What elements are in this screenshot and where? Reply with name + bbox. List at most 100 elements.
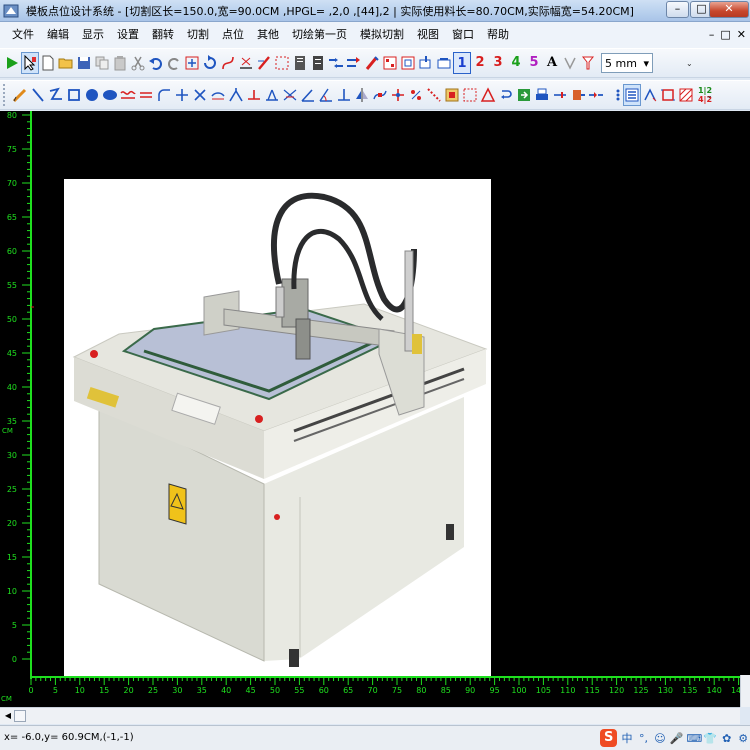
mdi-minimize-button[interactable]: – [709, 28, 715, 41]
hatch-icon[interactable] [677, 84, 695, 106]
drill-points-icon[interactable] [407, 84, 425, 106]
menu-item-10[interactable]: 视图 [411, 25, 446, 45]
menu-item-11[interactable]: 窗口 [446, 25, 481, 45]
pencil-icon[interactable] [11, 84, 29, 106]
ime-tools-icon[interactable]: ✿ [720, 732, 733, 745]
dotted-line-icon[interactable] [425, 84, 443, 106]
ime-punctuation-icon[interactable]: °, [637, 732, 650, 745]
triangle-icon[interactable] [479, 84, 497, 106]
menu-item-6[interactable]: 点位 [216, 25, 251, 45]
angle-arc-icon[interactable] [317, 84, 335, 106]
align-icon[interactable] [587, 84, 605, 106]
rectangle-icon[interactable] [65, 84, 83, 106]
menu-item-4[interactable]: 翻转 [146, 25, 181, 45]
trim-icon[interactable] [281, 84, 299, 106]
print-icon[interactable] [533, 84, 551, 106]
cut-path-icon[interactable] [569, 84, 587, 106]
document-icon[interactable] [291, 52, 309, 74]
ime-chinese-mode[interactable]: 中 [620, 730, 633, 746]
stamp-icon[interactable] [443, 84, 461, 106]
ime-skin-icon[interactable]: 👕 [703, 732, 717, 745]
ime-settings-icon[interactable]: ⚙ [737, 732, 750, 745]
toolbar-grip[interactable] [3, 84, 9, 106]
rotate-icon[interactable] [201, 52, 219, 74]
menu-item-1[interactable]: 编辑 [41, 25, 76, 45]
scissor-line-icon[interactable] [237, 52, 255, 74]
import-icon[interactable] [435, 52, 453, 74]
toolbar2-overflow-icon[interactable]: ⌄ [706, 91, 716, 103]
menu-item-8[interactable]: 切绘第一页 [286, 25, 354, 45]
ime-voice-icon[interactable]: 🎤 [670, 732, 684, 745]
list-icon[interactable] [309, 52, 327, 74]
hook-icon[interactable] [497, 84, 515, 106]
punch-pin-icon[interactable] [579, 52, 597, 74]
sogou-ime-icon[interactable]: S [600, 729, 618, 747]
angle-icon[interactable] [299, 84, 317, 106]
dashed-frame-icon[interactable] [461, 84, 479, 106]
run-icon[interactable] [3, 52, 21, 74]
point-icon[interactable] [389, 84, 407, 106]
scrollbar-thumb[interactable] [14, 710, 26, 722]
toolbar-overflow-icon[interactable]: ⌄ [686, 59, 696, 71]
seam-icon[interactable] [209, 84, 227, 106]
layer-3-button[interactable]: 3 [489, 52, 507, 74]
dart-icon[interactable] [227, 84, 245, 106]
copy-icon[interactable] [93, 52, 111, 74]
arrows-split-icon[interactable] [345, 52, 363, 74]
polyline-icon[interactable] [47, 84, 65, 106]
frame-icon[interactable] [399, 52, 417, 74]
notch-icon[interactable] [245, 84, 263, 106]
ime-keyboard-icon[interactable]: ⌨ [686, 732, 702, 745]
menu-item-5[interactable]: 切割 [181, 25, 216, 45]
wave-icon[interactable] [119, 84, 137, 106]
perpendicular-icon[interactable] [335, 84, 353, 106]
zoom-box-icon[interactable] [183, 52, 201, 74]
ellipse-icon[interactable] [101, 84, 119, 106]
menu-item-9[interactable]: 模拟切割 [354, 25, 411, 45]
drawing-canvas[interactable]: 80 75 70 65 60 55 50 45 40 35 30 25 20 15 10 5 0 CM [0, 111, 750, 707]
menu-item-2[interactable]: 显示 [76, 25, 111, 45]
scroll-left-icon[interactable]: ◀ [2, 710, 14, 722]
horizontal-scrollbar[interactable]: ◀ [0, 707, 740, 724]
select-cursor-icon[interactable] [21, 52, 39, 74]
save-icon[interactable] [75, 52, 93, 74]
cross-icon[interactable] [173, 84, 191, 106]
open-folder-icon[interactable] [57, 52, 75, 74]
brush-icon[interactable] [363, 52, 381, 74]
menu-item-3[interactable]: 设置 [111, 25, 146, 45]
layers-list-icon[interactable] [623, 84, 641, 106]
vertical-scrollbar[interactable] [740, 675, 750, 707]
paste-icon[interactable] [111, 52, 129, 74]
line-icon[interactable] [29, 84, 47, 106]
measure-icon[interactable] [551, 84, 569, 106]
layer-5-button[interactable]: 5 [525, 52, 543, 74]
double-line-icon[interactable] [137, 84, 155, 106]
knife-icon[interactable] [255, 52, 273, 74]
mdi-restore-button[interactable]: □ [720, 28, 730, 41]
corner-mark-icon[interactable] [659, 84, 677, 106]
circle-icon[interactable] [83, 84, 101, 106]
menu-item-0[interactable]: 文件 [6, 25, 41, 45]
dashed-box-icon[interactable] [273, 52, 291, 74]
vertex-icon[interactable] [561, 52, 579, 74]
curve-icon[interactable] [219, 52, 237, 74]
x-cross-icon[interactable] [191, 84, 209, 106]
redo-icon[interactable] [165, 52, 183, 74]
dots-menu-icon[interactable] [605, 84, 623, 106]
size-select[interactable]: 5 mm ▾ [601, 53, 653, 73]
layer-4-button[interactable]: 4 [507, 52, 525, 74]
text-tool-button[interactable]: A [543, 52, 561, 74]
cut-scissors-icon[interactable] [129, 52, 147, 74]
close-button[interactable]: ✕ [709, 1, 749, 18]
arrows-merge-icon[interactable] [327, 52, 345, 74]
undo-icon[interactable] [147, 52, 165, 74]
node-edit-icon[interactable] [371, 84, 389, 106]
export-icon[interactable] [417, 52, 435, 74]
menu-item-7[interactable]: 其他 [251, 25, 286, 45]
app-icon[interactable] [3, 3, 19, 19]
layout-grid-icon[interactable] [381, 52, 399, 74]
ime-emoji-icon[interactable]: ☺ [653, 732, 666, 745]
mdi-close-button[interactable]: ✕ [737, 28, 746, 41]
layer-2-button[interactable]: 2 [471, 52, 489, 74]
minimize-button[interactable]: – [666, 1, 689, 18]
